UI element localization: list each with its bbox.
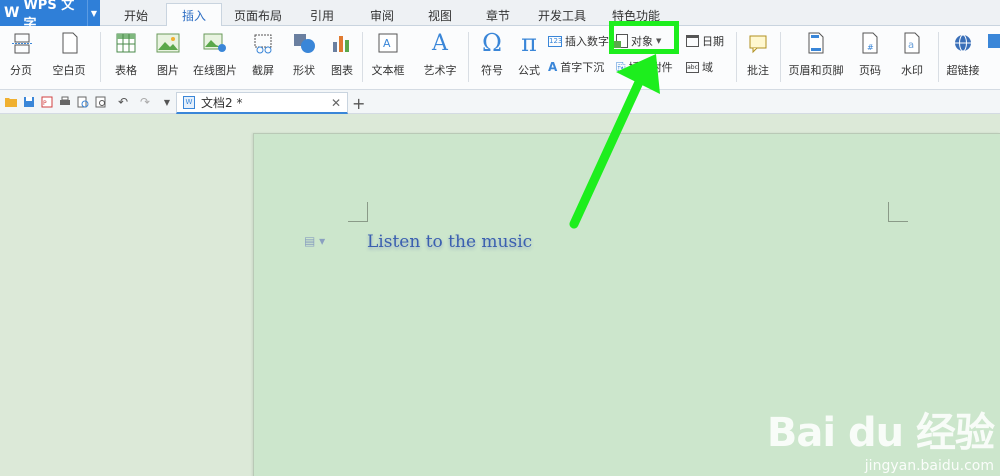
tab-references[interactable]: 引用 xyxy=(296,4,348,26)
document-icon: W xyxy=(183,96,195,109)
bookmark-icon[interactable] xyxy=(988,34,1000,48)
comment-icon xyxy=(745,30,771,56)
calendar-icon xyxy=(686,35,699,47)
drop-cap-icon: A xyxy=(548,60,558,74)
svg-text:P: P xyxy=(43,100,47,107)
close-icon[interactable]: ✕ xyxy=(331,96,341,110)
insert-attachment-button[interactable]: ⎘ 插入附件 xyxy=(616,58,673,76)
online-picture-button[interactable]: 在线图片 xyxy=(190,28,240,84)
scissors-icon xyxy=(250,30,276,56)
table-button[interactable]: 表格 xyxy=(106,28,146,84)
document-tab[interactable]: W 文档2 * ✕ xyxy=(176,92,348,114)
drop-cap-button[interactable]: A 首字下沉 xyxy=(548,58,604,76)
page-number-icon: # xyxy=(857,30,883,56)
new-tab-icon[interactable]: + xyxy=(352,94,365,113)
ribbon-separator xyxy=(100,32,101,82)
app-menu-button[interactable]: W WPS 文字 ▼ xyxy=(0,0,100,32)
screenshot-button[interactable]: 截屏 xyxy=(244,28,282,84)
margin-corner-marker xyxy=(888,202,908,222)
shapes-icon xyxy=(291,30,317,56)
ribbon-separator xyxy=(362,32,363,82)
ribbon: 分页 空白页 表格 图片 在线图片 截屏 形状 图表 A 文本框 A 艺术字 Ω… xyxy=(0,26,1000,90)
ribbon-separator xyxy=(736,32,737,82)
textbox-button[interactable]: A 文本框 xyxy=(364,28,412,84)
chevron-down-icon[interactable]: ▼ xyxy=(86,0,100,26)
picture-icon xyxy=(155,30,181,56)
comment-button[interactable]: 批注 xyxy=(740,28,776,84)
textbox-icon: A xyxy=(375,30,401,56)
shape-button[interactable]: 形状 xyxy=(284,28,324,84)
watermark-url: jingyan.baidu.com xyxy=(864,458,994,474)
redo-icon[interactable]: ↷ xyxy=(138,95,152,109)
document-body-text[interactable]: Listen to the music xyxy=(367,232,532,252)
pdf-icon[interactable]: P xyxy=(40,95,54,109)
chart-icon xyxy=(329,30,355,56)
globe-link-icon xyxy=(950,30,976,56)
document-tab-title: 文档2 * xyxy=(201,96,243,110)
field-button[interactable]: abc 域 xyxy=(686,58,713,76)
table-icon xyxy=(113,30,139,56)
field-icon: abc xyxy=(686,61,699,73)
blank-page-icon xyxy=(56,30,82,56)
tab-view[interactable]: 视图 xyxy=(414,4,466,26)
tab-developer[interactable]: 开发工具 xyxy=(530,4,594,26)
object-highlight-box xyxy=(609,21,679,54)
tab-insert[interactable]: 插入 xyxy=(166,3,222,27)
print-icon[interactable] xyxy=(58,95,72,109)
watermark-icon: a xyxy=(899,30,925,56)
number-icon: 123 xyxy=(548,35,563,47)
page-break-icon xyxy=(8,30,34,56)
pi-icon: π xyxy=(521,29,537,57)
svg-text:A: A xyxy=(383,37,391,50)
tab-review[interactable]: 审阅 xyxy=(356,4,408,26)
menu-bar: W WPS 文字 ▼ 开始 插入 页面布局 引用 审阅 视图 章节 开发工具 特… xyxy=(0,0,1000,32)
blank-page-button[interactable]: 空白页 xyxy=(44,28,94,84)
hyperlink-button[interactable]: 超链接 xyxy=(942,28,984,84)
baidu-watermark: Bai du 经验 jingyan.baidu.com xyxy=(766,400,995,474)
chevron-down-icon[interactable]: ▼ xyxy=(160,95,174,109)
wps-logo-icon: W xyxy=(4,5,20,21)
save-icon[interactable] xyxy=(22,95,36,109)
insert-number-button[interactable]: 123 插入数字 xyxy=(548,32,609,50)
chart-button[interactable]: 图表 xyxy=(326,28,358,84)
symbol-button[interactable]: Ω 符号 xyxy=(472,28,512,84)
undo-icon[interactable]: ↶ xyxy=(116,95,130,109)
open-folder-icon[interactable] xyxy=(4,95,18,109)
picture-button[interactable]: 图片 xyxy=(148,28,188,84)
preview-icon[interactable] xyxy=(94,95,108,109)
margin-corner-marker xyxy=(348,202,368,222)
attachment-icon: ⎘ xyxy=(616,59,626,74)
tab-chapter[interactable]: 章节 xyxy=(472,4,524,26)
print-preview-icon[interactable] xyxy=(76,95,90,109)
baidu-logo: Bai du 经验 xyxy=(766,410,995,456)
header-footer-icon xyxy=(803,30,829,56)
formula-button[interactable]: π 公式 xyxy=(514,28,544,84)
wordart-button[interactable]: A 艺术字 xyxy=(416,28,464,84)
omega-icon: Ω xyxy=(482,29,502,57)
online-picture-icon xyxy=(202,30,228,56)
paragraph-layout-icon[interactable]: ▤ ▾ xyxy=(304,234,325,248)
header-footer-button[interactable]: 页眉和页脚 xyxy=(784,28,848,84)
wordart-icon: A xyxy=(432,30,448,56)
watermark-button[interactable]: a 水印 xyxy=(892,28,932,84)
svg-text:#: # xyxy=(867,43,874,52)
tab-page-layout[interactable]: 页面布局 xyxy=(226,4,290,26)
quick-access-bar: P ↶ ↷ ▼ W 文档2 * ✕ + xyxy=(0,90,1000,114)
page-number-button[interactable]: # 页码 xyxy=(850,28,890,84)
ribbon-separator xyxy=(780,32,781,82)
page-break-button[interactable]: 分页 xyxy=(2,28,40,84)
svg-text:a: a xyxy=(908,40,914,51)
ribbon-separator xyxy=(938,32,939,82)
tab-start[interactable]: 开始 xyxy=(112,4,160,26)
date-button[interactable]: 日期 xyxy=(686,32,724,50)
ribbon-separator xyxy=(468,32,469,82)
